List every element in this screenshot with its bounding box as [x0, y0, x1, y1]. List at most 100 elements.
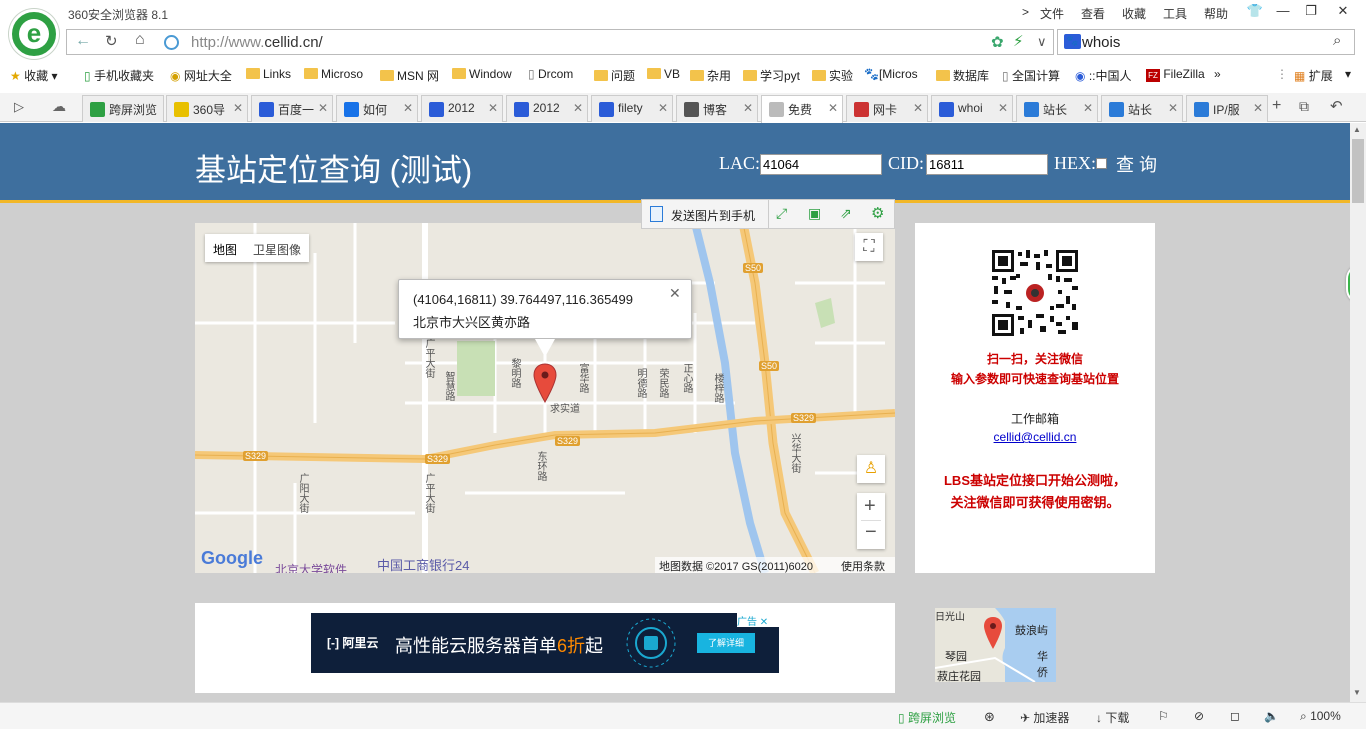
bookmark-questions[interactable]: 问题 [594, 67, 635, 84]
share-icon[interactable]: ⇗ [840, 205, 852, 222]
browser-tab[interactable]: 360导 ✕ [166, 95, 248, 122]
close-icon[interactable]: ✕ [1328, 0, 1358, 22]
bookmark-micros[interactable]: 🐾[Micros [864, 67, 918, 81]
bookmark-chinese[interactable]: ◉ ::中国人 [1075, 67, 1132, 84]
menu-tools[interactable]: 工具 [1163, 5, 1187, 22]
map-type-satellite-button[interactable]: 卫星图像 [253, 241, 301, 258]
new-tab-icon[interactable]: + [1272, 97, 1281, 115]
tab-close-icon[interactable]: ✕ [403, 101, 413, 115]
bookmark-vb[interactable]: VB [647, 67, 680, 81]
menu-arrow-icon[interactable]: > [1022, 5, 1029, 19]
bookmark-nav[interactable]: ◉ 网址大全 [170, 67, 232, 84]
page-scrollbar[interactable]: ▲ ▼ [1350, 123, 1366, 702]
fullscreen-icon[interactable]: ⛶ [855, 233, 883, 261]
mini-map[interactable]: 日光山 鼓浪屿 华侨 琴园 菽庄花园 [935, 608, 1056, 682]
aliyun-ad-banner[interactable]: [-] 阿里云 高性能云服务器首单6折起 了解详细 广告 ✕ [311, 613, 779, 673]
bookmark-python[interactable]: 学习pyt [743, 67, 800, 84]
browser-tab[interactable]: 跨屏浏览 [82, 95, 164, 122]
more-bookmarks-icon[interactable]: » [1214, 67, 1221, 81]
info-close-icon[interactable]: ✕ [669, 285, 681, 302]
map-type-map-button[interactable]: 地图 [213, 241, 237, 258]
undo-close-icon[interactable]: ↶ [1330, 97, 1343, 115]
tab-close-icon[interactable]: ✕ [573, 101, 583, 115]
tab-close-icon[interactable]: ✕ [743, 101, 753, 115]
send-to-phone-button[interactable]: 发送图片到手机 [671, 207, 755, 224]
email-link[interactable]: cellid@cellid.cn [915, 430, 1155, 444]
minimize-icon[interactable]: — [1268, 0, 1298, 22]
map-view[interactable]: S50 S50 S329 S329 S329 S329 广阳大街 广平大街 广平… [195, 223, 895, 573]
scroll-down-icon[interactable]: ▼ [1353, 688, 1361, 697]
bookmark-database[interactable]: 数据库 [936, 67, 989, 84]
back-icon[interactable]: ← [75, 32, 91, 50]
browser-tab[interactable]: 2012 ✕ [421, 95, 503, 122]
query-button[interactable]: 查 询 [1116, 151, 1157, 177]
tab-close-icon[interactable]: ✕ [318, 101, 328, 115]
browser-tab[interactable]: filety ✕ [591, 95, 673, 122]
browser-tab[interactable]: 免费 ✕ [761, 95, 843, 123]
tab-close-icon[interactable]: ✕ [913, 101, 923, 115]
url-field[interactable]: http://www.cellid.cn/ [191, 34, 323, 51]
bookmark-links[interactable]: Links [246, 67, 291, 81]
search-input[interactable]: whois [1082, 34, 1120, 51]
refresh-icon[interactable]: ↻ [105, 32, 118, 50]
browser-tab[interactable]: 2012 ✕ [506, 95, 588, 122]
ad-close-icon[interactable]: ✕ [760, 617, 768, 628]
skin-icon[interactable]: 👕 [1240, 0, 1270, 22]
location-marker-icon[interactable] [533, 363, 557, 403]
menu-favorites[interactable]: 收藏 [1122, 5, 1146, 22]
bookmark-window[interactable]: Window [452, 67, 512, 81]
browser-tab[interactable]: 如何 ✕ [336, 95, 418, 122]
sync-icon[interactable]: ✿ [991, 33, 1004, 51]
bookmark-mobile[interactable]: ▯ 手机收藏夹 [84, 67, 154, 84]
ext-dropdown-icon[interactable]: ▾ [1345, 67, 1351, 81]
browser-tab[interactable]: 站长 ✕ [1101, 95, 1183, 122]
map-terms-link[interactable]: 使用条款 [841, 558, 885, 573]
settings-gear-icon[interactable]: ⚙ [871, 204, 884, 222]
bookmark-msn[interactable]: MSN 网 [380, 67, 439, 84]
bookmark-favorites[interactable]: ★ 收藏 ▾ [10, 67, 57, 84]
extensions-button[interactable]: ▦ 扩展 [1294, 67, 1333, 84]
browser-tab[interactable]: 博客 ✕ [676, 95, 758, 122]
zoom-in-icon[interactable]: + [864, 495, 876, 518]
tab-close-icon[interactable]: ✕ [828, 101, 838, 115]
browser-logo[interactable]: e [9, 9, 59, 59]
tab-list-icon[interactable]: ⧉ [1299, 98, 1309, 115]
dropdown-chevron-icon[interactable]: ∨ [1037, 34, 1047, 50]
bookmark-misc[interactable]: 杂用 [690, 67, 731, 84]
tab-close-icon[interactable]: ✕ [658, 101, 668, 115]
save-icon[interactable]: ▣ [808, 205, 821, 222]
zoom-out-icon[interactable]: − [865, 521, 877, 544]
bookmark-filezilla[interactable]: FZ FileZilla [1146, 67, 1205, 82]
tab-close-icon[interactable]: ✕ [998, 101, 1008, 115]
tab-close-icon[interactable]: ✕ [488, 101, 498, 115]
cross-screen-button[interactable]: ▯ 跨屏浏览 [898, 709, 956, 726]
ad-cta-button[interactable]: 了解详细 [697, 633, 755, 653]
street-view-pegman-icon[interactable]: ♙ [857, 455, 885, 483]
tab-close-icon[interactable]: ✕ [233, 101, 243, 115]
cloud-icon[interactable]: ☁ [52, 98, 66, 115]
site-security-icon[interactable] [164, 35, 179, 50]
menu-view[interactable]: 查看 [1081, 5, 1105, 22]
bookmark-microso[interactable]: Microso [304, 67, 363, 81]
scroll-thumb[interactable] [1352, 139, 1364, 203]
address-bar[interactable]: ← ↻ ⌂ http://www.cellid.cn/ ✿ ⚡ ∨ [66, 29, 1054, 55]
browser-tab[interactable]: 站长 ✕ [1016, 95, 1098, 122]
browser-tab[interactable]: whoi ✕ [931, 95, 1013, 122]
menu-help[interactable]: 帮助 [1204, 5, 1228, 22]
search-icon[interactable]: ⌕ [1333, 32, 1341, 49]
browser-tab[interactable]: 网卡 ✕ [846, 95, 928, 122]
lac-input[interactable] [760, 154, 882, 175]
tab-close-icon[interactable]: ✕ [1083, 101, 1093, 115]
search-bar[interactable]: 🐾 whois ⌕ [1057, 29, 1355, 55]
restore-icon[interactable]: ❐ [1296, 0, 1326, 22]
speed-mode-icon[interactable]: ⚡ [1013, 32, 1024, 50]
volume-icon[interactable]: 🔈 [1264, 709, 1279, 723]
flag-icon[interactable]: ⚐ [1158, 709, 1169, 723]
cid-input[interactable] [926, 154, 1048, 175]
window-icon[interactable]: ◻ [1230, 709, 1240, 723]
accelerator-button[interactable]: ✈ 加速器 [1020, 709, 1069, 726]
browser-tab[interactable]: 百度一 ✕ [251, 95, 333, 122]
browser-tab[interactable]: IP/服 ✕ [1186, 95, 1268, 122]
tab-close-icon[interactable]: ✕ [1168, 101, 1178, 115]
sidebar-toggle-icon[interactable]: ▷ [14, 99, 24, 115]
